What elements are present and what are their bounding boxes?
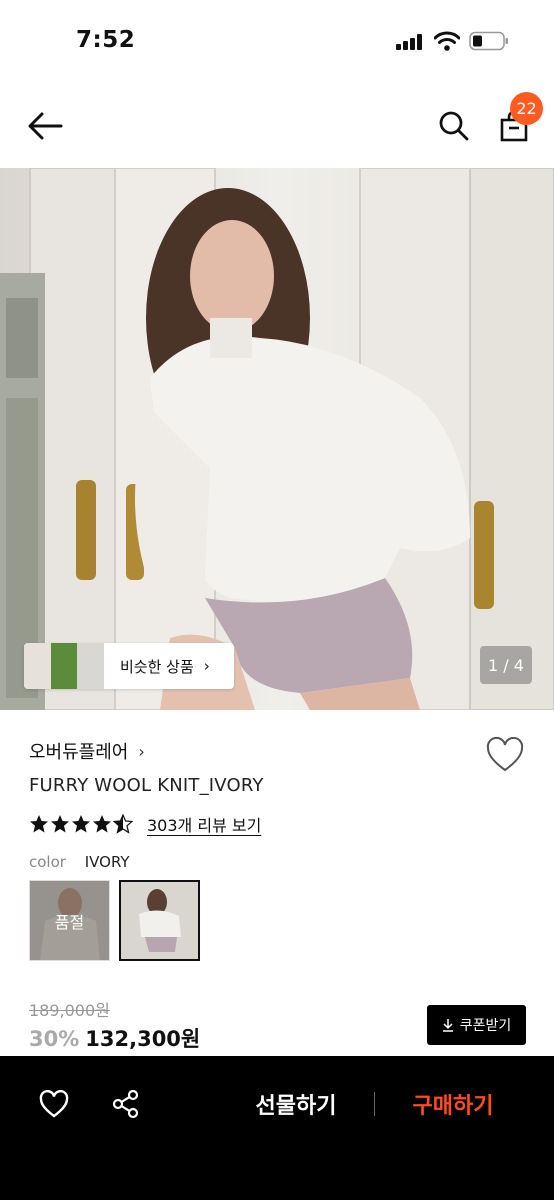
share-icon xyxy=(112,1089,139,1119)
wishlist-button[interactable] xyxy=(34,1084,74,1124)
back-arrow-icon xyxy=(28,112,63,140)
coupon-button[interactable]: 쿠폰받기 xyxy=(427,1005,526,1045)
share-button[interactable] xyxy=(106,1084,146,1124)
rating-row: 303개 리뷰 보기 xyxy=(29,812,261,836)
discount-rate: 30% xyxy=(29,1027,80,1051)
wifi-icon xyxy=(434,31,460,51)
similar-products-button[interactable]: 비슷한 상품 › xyxy=(24,643,234,689)
back-button[interactable] xyxy=(24,106,66,146)
price-row: 30% 132,300원 xyxy=(29,1023,200,1053)
original-price: 189,000원 xyxy=(29,1001,110,1020)
similar-thumbnails xyxy=(24,643,105,689)
bottom-action-bar: 선물하기 구매하기 xyxy=(0,1056,554,1200)
gift-button[interactable]: 선물하기 xyxy=(236,1088,356,1122)
review-link[interactable]: 303개 리뷰 보기 xyxy=(147,812,261,836)
chevron-right-icon: › xyxy=(203,657,210,675)
battery-icon xyxy=(469,31,508,51)
coupon-label: 쿠폰받기 xyxy=(459,1018,512,1034)
color-value: IVORY xyxy=(84,853,130,871)
sale-price: 132,300원 xyxy=(85,1027,201,1051)
brand-name: 오버듀플레어 xyxy=(29,742,129,763)
divider xyxy=(374,1092,375,1116)
star-full-icon xyxy=(72,815,90,833)
search-icon xyxy=(439,111,469,141)
star-full-icon xyxy=(51,815,69,833)
similar-products-label: 비슷한 상품 xyxy=(120,657,194,676)
product-image[interactable] xyxy=(0,168,554,710)
color-row: color IVORY xyxy=(29,853,130,871)
swatch-thumbnail xyxy=(121,882,198,959)
download-icon xyxy=(442,1019,453,1032)
rating-stars xyxy=(29,814,133,834)
star-full-icon xyxy=(30,815,48,833)
star-half-icon xyxy=(113,814,133,834)
color-swatch-ivory[interactable] xyxy=(119,880,200,961)
wishlist-heart-icon[interactable] xyxy=(486,737,524,773)
search-button[interactable] xyxy=(434,106,474,146)
chevron-right-icon: › xyxy=(138,741,145,761)
product-name: FURRY WOOL KNIT_IVORY xyxy=(29,775,264,796)
color-swatch-soldout[interactable]: 품절 xyxy=(29,880,110,961)
status-time: 7:52 xyxy=(76,27,136,53)
heart-icon xyxy=(39,1090,69,1118)
brand-link[interactable]: 오버듀플레어 › xyxy=(29,738,145,764)
buy-button[interactable]: 구매하기 xyxy=(396,1088,510,1122)
top-nav xyxy=(0,84,554,168)
image-page-indicator: 1 / 4 xyxy=(480,646,532,684)
star-full-icon xyxy=(93,815,111,833)
status-bar: 7:52 xyxy=(0,0,554,84)
product-photo xyxy=(0,168,554,710)
soldout-label: 품절 xyxy=(54,912,85,932)
color-label: color xyxy=(29,853,66,871)
cellular-signal-icon xyxy=(396,34,422,50)
cart-count-badge: 22 xyxy=(510,92,543,125)
